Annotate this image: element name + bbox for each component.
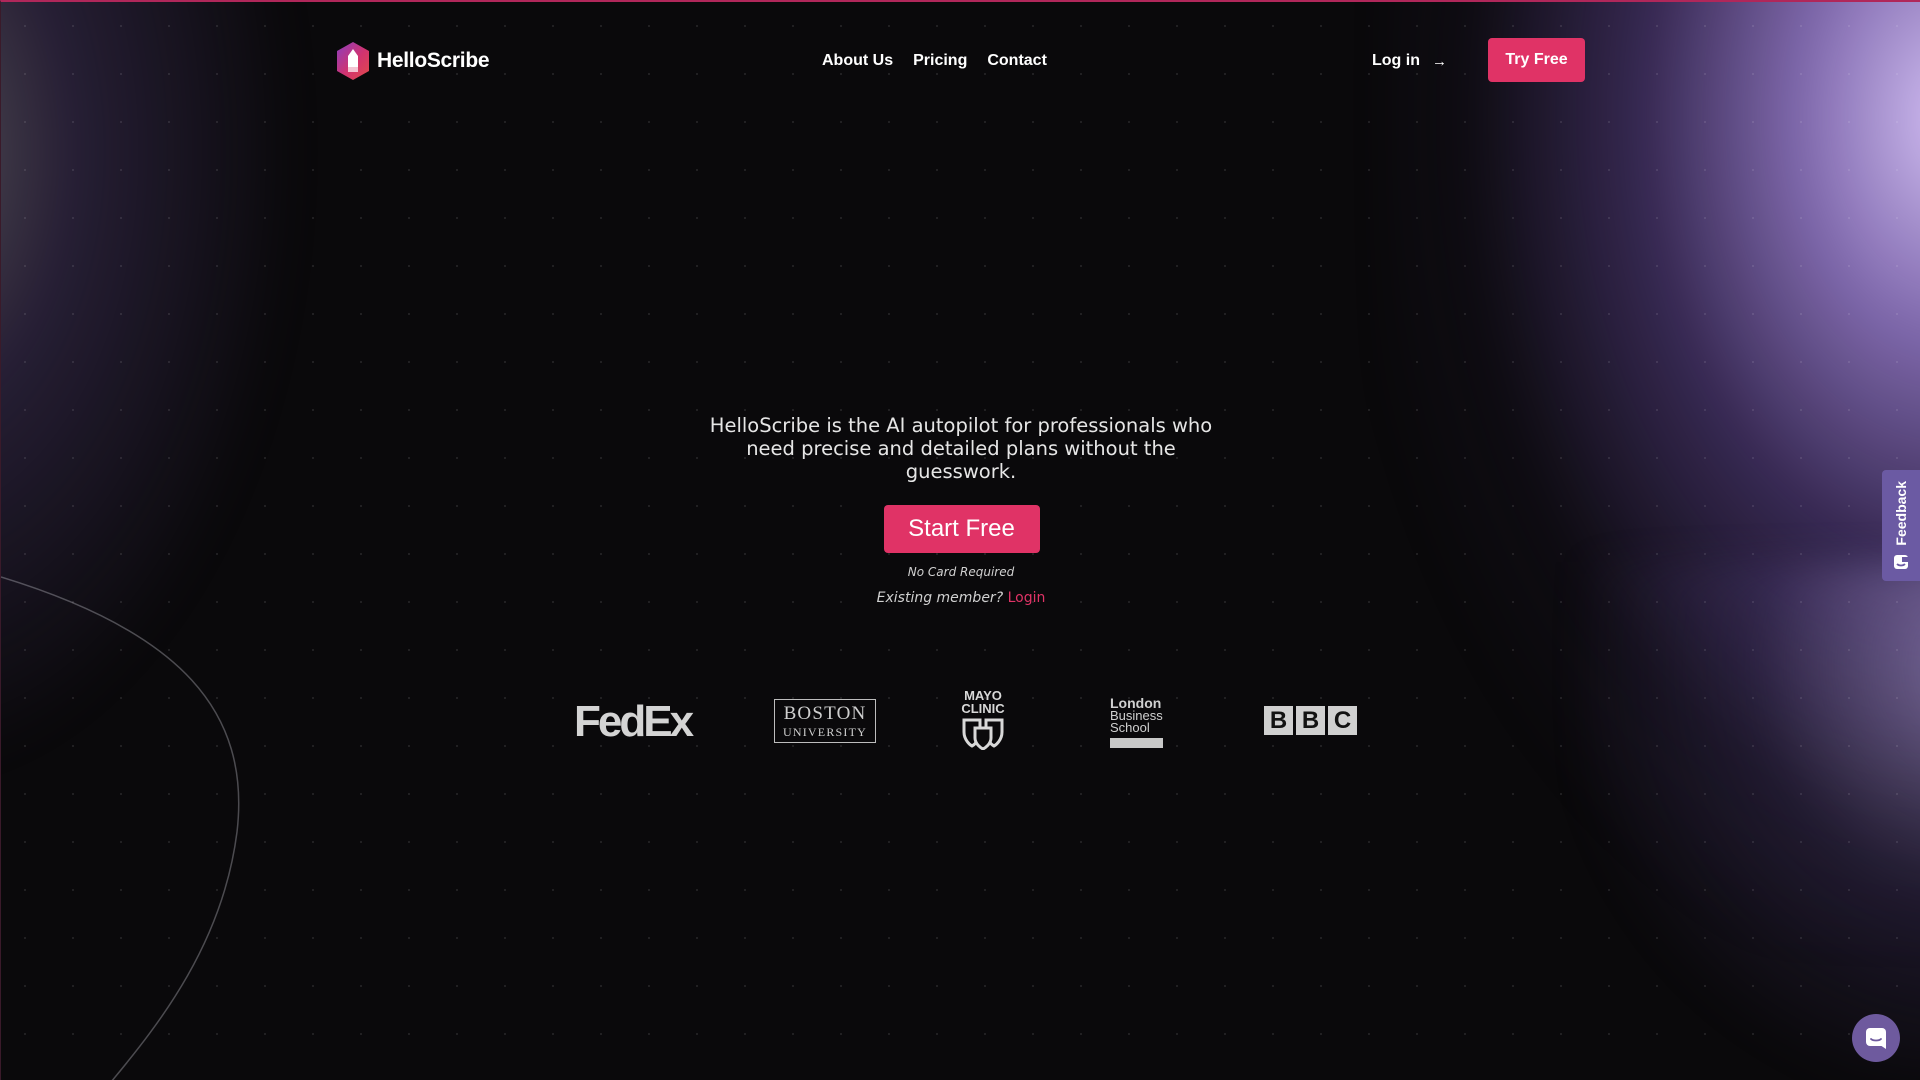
bbc-letter: B xyxy=(1296,706,1325,735)
lbs-logo-line3: School xyxy=(1110,720,1150,735)
nav-contact[interactable]: Contact xyxy=(987,52,1047,70)
mayo-logo-line2: CLINIC xyxy=(961,701,1005,716)
brand-name: HelloScribe xyxy=(377,49,490,72)
lbs-logo-bar xyxy=(1110,738,1163,748)
fedex-logo: FedEx xyxy=(574,697,694,746)
client-logos: FedEx BOSTON UNIVERSITY MAYO CLINIC Lond… xyxy=(1,687,1920,757)
mayo-shields-icon xyxy=(962,718,1004,750)
arrow-right-icon: → xyxy=(1431,52,1447,70)
london-business-school-logo: London Business School xyxy=(1110,696,1166,748)
feedback-label: Feedback xyxy=(1893,481,1909,546)
hero-login-link[interactable]: Login xyxy=(1008,590,1046,606)
brand-home-link[interactable]: HelloScribe xyxy=(335,41,490,81)
existing-member-text: Existing member? xyxy=(876,590,1004,606)
hero-section: HelloScribe is the AI autopilot for prof… xyxy=(1,414,1920,606)
bbc-letter: B xyxy=(1264,706,1293,735)
try-free-button[interactable]: Try Free xyxy=(1488,38,1585,82)
start-free-button[interactable]: Start Free xyxy=(883,505,1040,553)
main-nav: About Us Pricing Contact xyxy=(822,52,1047,70)
hero-description: HelloScribe is the AI autopilot for prof… xyxy=(709,414,1213,483)
site-header: HelloScribe About Us Pricing Contact Log… xyxy=(335,38,1585,84)
boston-logo-line1: BOSTON xyxy=(783,703,867,724)
chat-bubble-icon xyxy=(1866,1028,1886,1049)
chat-launcher-button[interactable] xyxy=(1852,1014,1900,1062)
hexagon-pen-icon xyxy=(337,42,369,80)
boston-university-logo: BOSTON UNIVERSITY xyxy=(774,699,876,743)
existing-member-line: Existing member? Login xyxy=(1,590,1920,606)
nav-about-us[interactable]: About Us xyxy=(822,52,893,70)
header-login-label: Log in xyxy=(1372,52,1420,69)
nav-pricing[interactable]: Pricing xyxy=(913,52,967,70)
landing-page: HelloScribe About Us Pricing Contact Log… xyxy=(0,0,1920,1080)
bbc-letter: C xyxy=(1328,706,1357,735)
feedback-tab[interactable]: Feedback xyxy=(1882,470,1920,581)
mayo-clinic-logo: MAYO CLINIC xyxy=(956,689,1010,750)
no-card-required-note: No Card Required xyxy=(907,565,1015,579)
bbc-logo: B B C xyxy=(1264,706,1357,735)
header-login-link[interactable]: Log in → xyxy=(1372,52,1447,70)
boston-logo-line2: UNIVERSITY xyxy=(783,725,867,739)
feedback-icon xyxy=(1894,554,1908,569)
decorative-arc xyxy=(1,576,240,1080)
